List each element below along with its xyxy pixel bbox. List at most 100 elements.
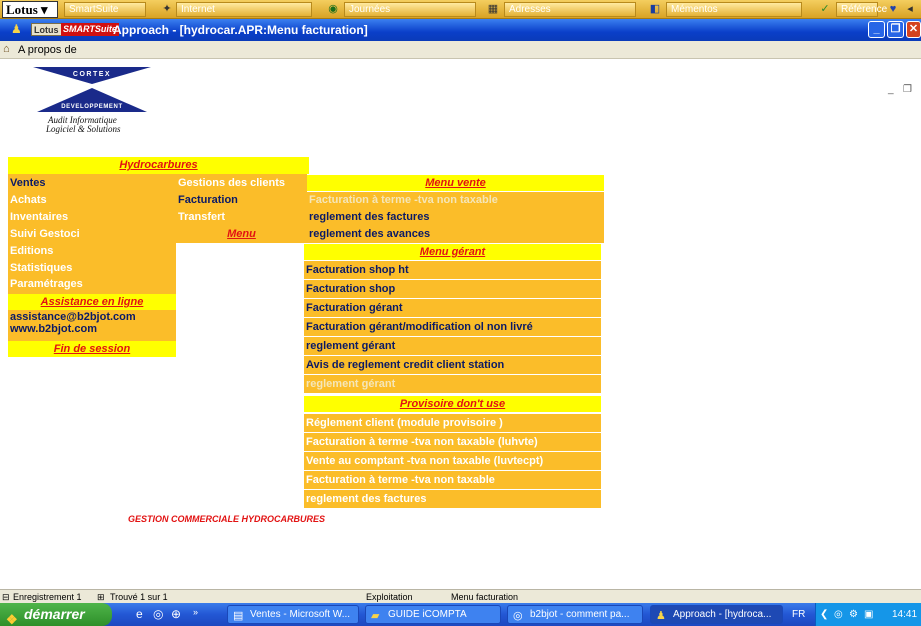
- close-button[interactable]: ✕: [906, 21, 921, 38]
- logo-tagline-2: Logiciel & Solutions: [46, 124, 121, 134]
- taskbar: ❖ démarrer e ◎ ⊕ » ▤ Ventes - Microsoft W…: [0, 603, 921, 626]
- taskbar-button-word[interactable]: ▤ Ventes - Microsoft W...: [227, 605, 359, 624]
- footer-title: GESTION COMMERCIALE HYDROCARBURES: [128, 514, 326, 524]
- system-tray: ❮ ◎ ⚙ ▣ 14:41: [815, 603, 921, 626]
- minimize-button[interactable]: _: [868, 21, 885, 38]
- gerant-facturation-shop-ht[interactable]: Facturation shop ht: [304, 261, 601, 279]
- sub-menu-gestions-clients[interactable]: Gestions des clients: [176, 175, 307, 191]
- windows-flag-icon: ❖: [6, 612, 18, 626]
- record-indicator[interactable]: Enregistrement 1: [13, 591, 82, 603]
- logo-top-text: CORTEX: [73, 71, 111, 78]
- window-titlebar: ♟ Lotus SMARTSuite Approach - [hydrocar.…: [0, 19, 921, 41]
- journees-icon[interactable]: ◉: [326, 2, 340, 16]
- found-indicator[interactable]: Trouvé 1 sur 1: [110, 591, 168, 603]
- document-icon[interactable]: ⌂: [3, 43, 10, 55]
- taskbar-button-approach[interactable]: ♟ Approach - [hydroca...: [650, 605, 783, 624]
- taskbar-label: b2bjot - comment pa...: [530, 609, 630, 620]
- gerant-facturation-shop[interactable]: Facturation shop: [304, 280, 601, 298]
- suite-drawer-smartsuite[interactable]: SmartSuite: [64, 2, 146, 17]
- view-indicator[interactable]: Menu facturation: [451, 591, 518, 603]
- tray-network-icon[interactable]: ⚙: [849, 603, 858, 626]
- approach-app-icon[interactable]: ♟: [11, 22, 22, 36]
- provisoire-reglement-factures[interactable]: reglement des factures: [304, 490, 601, 508]
- hydrocarbures-header: Hydrocarbures: [8, 157, 309, 174]
- taskbar-button-b2bjot[interactable]: ◎ b2bjot - comment pa...: [507, 605, 643, 624]
- suite-drawer-journees[interactable]: Journées: [344, 2, 476, 17]
- provisoire-vente-comptant[interactable]: Vente au comptant -tva non taxable (luvt…: [304, 452, 601, 470]
- start-label: démarrer: [24, 606, 85, 622]
- gerant-facturation-gerant[interactable]: Facturation gérant: [304, 299, 601, 317]
- sub-menu-menu-button[interactable]: Menu: [176, 226, 307, 243]
- start-button[interactable]: ❖ démarrer: [0, 603, 112, 626]
- provisoire-facturation-luhvte[interactable]: Facturation à terme -tva non taxable (lu…: [304, 433, 601, 451]
- approach-icon: ♟: [656, 610, 666, 622]
- checkmark-icon[interactable]: ✓: [818, 2, 832, 16]
- suite-drawer-mementos[interactable]: Mémentos: [666, 2, 802, 17]
- restore-button[interactable]: ❐: [887, 21, 904, 38]
- gerant-facturation-modification[interactable]: Facturation gérant/modification ol non l…: [304, 318, 601, 336]
- vente-facturation-terme[interactable]: Facturation à terme -tva non taxable: [307, 192, 604, 209]
- tray-arrow-icon[interactable]: ❮: [820, 603, 828, 626]
- app-quicklaunch-icon[interactable]: ⊕: [171, 607, 181, 621]
- menu-vente-header: Menu vente: [307, 175, 604, 191]
- menu-a-propos[interactable]: A propos de: [18, 43, 77, 57]
- record-nav-icon[interactable]: ⊟: [2, 591, 10, 603]
- taskbar-label: GUIDE iCOMPTA: [388, 609, 467, 620]
- mdi-restore-icon[interactable]: ❐: [903, 84, 912, 95]
- taskbar-label: Ventes - Microsoft W...: [250, 609, 351, 620]
- left-menu-inventaires[interactable]: Inventaires: [8, 209, 176, 225]
- quicklaunch-expand-icon[interactable]: »: [193, 607, 198, 617]
- adresses-icon[interactable]: ▦: [486, 2, 500, 16]
- fin-de-session-button[interactable]: Fin de session: [8, 341, 176, 357]
- sub-menu-transfert[interactable]: Transfert: [176, 209, 307, 225]
- left-menu-achats[interactable]: Achats: [8, 192, 176, 208]
- taskbar-label: Approach - [hydroca...: [673, 609, 772, 620]
- left-menu-ventes[interactable]: Ventes: [8, 175, 176, 191]
- language-indicator[interactable]: FR: [792, 603, 805, 626]
- vente-reglement-factures[interactable]: reglement des factures: [307, 209, 604, 226]
- left-menu-editions[interactable]: Editions: [8, 243, 176, 259]
- smartsuite-badge: SMARTSuite: [61, 23, 119, 36]
- window-title: Approach - [hydrocar.APR:Menu facturatio…: [113, 23, 368, 37]
- clock[interactable]: 14:41: [892, 603, 917, 626]
- left-menu-parametrages[interactable]: Paramétrages: [8, 276, 176, 292]
- suite-drawer-internet[interactable]: Internet: [176, 2, 312, 17]
- mode-indicator[interactable]: Exploitation: [366, 591, 413, 603]
- found-nav-icon[interactable]: ⊞: [97, 591, 105, 603]
- lotus-badge: Lotus: [31, 23, 62, 36]
- memento-icon[interactable]: ◧: [648, 2, 662, 16]
- vente-reglement-avances[interactable]: reglement des avances: [307, 226, 604, 243]
- suite-drawer-adresses[interactable]: Adresses: [504, 2, 636, 17]
- menu-bar: ⌂ A propos de _ ❐: [0, 41, 921, 95]
- left-menu-suivi-gestoci[interactable]: Suivi Gestoci: [8, 226, 176, 242]
- assistance-header: Assistance en ligne: [8, 294, 176, 310]
- word-icon: ▤: [233, 610, 244, 622]
- provisoire-facturation-terme[interactable]: Facturation à terme -tva non taxable: [304, 471, 601, 489]
- tray-browser-icon[interactable]: ◎: [834, 603, 843, 626]
- ie-quicklaunch-icon[interactable]: e: [136, 607, 143, 621]
- heart-icon[interactable]: ♥: [886, 2, 900, 16]
- mdi-minimize-icon[interactable]: _: [888, 84, 894, 95]
- provisoire-reglement-client[interactable]: Réglement client (module provisoire ): [304, 414, 601, 432]
- scroll-left-icon[interactable]: ◂: [903, 2, 917, 16]
- folder-icon: ▰: [371, 610, 380, 622]
- taskbar-button-guide[interactable]: ▰ GUIDE iCOMPTA: [365, 605, 501, 624]
- menu-gerant-header: Menu gérant: [304, 244, 601, 260]
- gerant-reglement-gerant[interactable]: reglement gérant: [304, 337, 601, 355]
- internet-icon[interactable]: ✦: [160, 2, 174, 16]
- provisoire-header: Provisoire don't use: [304, 396, 601, 412]
- tray-monitor-icon[interactable]: ▣: [864, 603, 873, 626]
- status-bar: ⊟ Enregistrement 1 ⊞ Trouvé 1 sur 1 Expl…: [0, 589, 921, 603]
- gerant-avis-reglement-credit[interactable]: Avis de reglement credit client station: [304, 356, 601, 374]
- assistance-website-link[interactable]: www.b2bjot.com: [8, 323, 176, 336]
- sub-menu-facturation[interactable]: Facturation: [176, 192, 307, 208]
- gerant-reglement-gerant-disabled[interactable]: reglement gérant: [304, 375, 601, 393]
- lotus-logo-label: Lotus: [6, 2, 38, 17]
- browser-icon: ◎: [513, 610, 523, 622]
- suite-drawer-reference[interactable]: Référence: [836, 2, 887, 17]
- logo-bottom-text: DEVELOPPEMENT: [61, 104, 122, 110]
- left-menu-statistiques[interactable]: Statistiques: [8, 260, 176, 276]
- browser-quicklaunch-icon[interactable]: ◎: [153, 607, 163, 621]
- lotus-menu-button[interactable]: Lotus ▾: [2, 1, 58, 18]
- smartsuite-bar: Lotus ▾ SmartSuite ✦ Internet ◉ Journées…: [0, 0, 921, 19]
